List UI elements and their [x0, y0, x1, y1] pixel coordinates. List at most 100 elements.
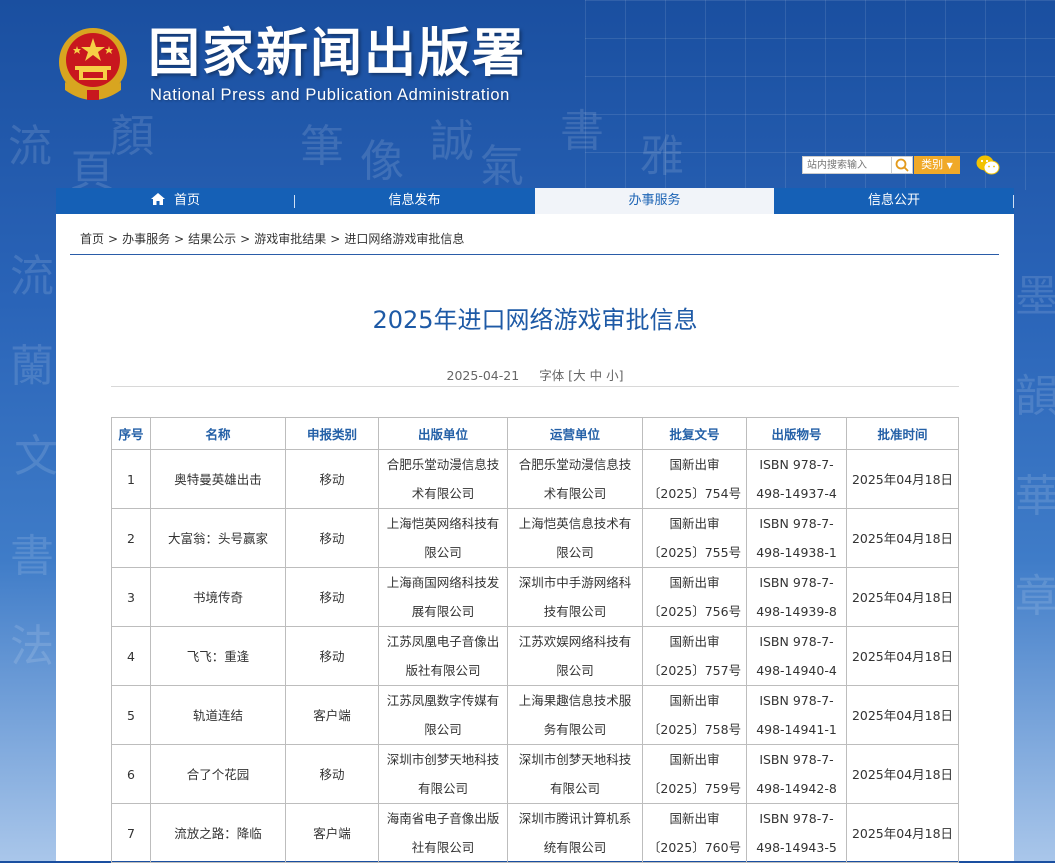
table-row: 3 书境传奇 移动 上海商国网络科技发 展有限公司 深圳市中手游网络科 技有限公司 国新出审〔…	[111, 567, 959, 627]
cell-date: 2025年04月18日	[846, 508, 959, 568]
cell-approval-line: 国新出审	[669, 516, 720, 531]
wechat-icon[interactable]	[976, 154, 1000, 176]
table-row: 1 奥特曼英雄出击 移动 合肥乐堂动漫信息技 术有限公司 合肥乐堂动漫信息技 术有限公司 国新…	[111, 449, 959, 509]
cell-isbn: ISBN 978-7- 498-14940-4	[746, 626, 847, 686]
column-header-type: 申报类别	[285, 417, 379, 450]
cell-approval: 国新出审〔2025〕756号	[642, 567, 747, 627]
nav-item-home[interactable]: 首页	[56, 188, 294, 214]
cell-operator-line: 限公司	[556, 545, 594, 560]
nav-item-info-public[interactable]: 信息公开	[774, 188, 1014, 214]
breadcrumb-divider	[70, 254, 999, 255]
nav-label-info-release: 信息发布	[388, 193, 441, 208]
cell-approval: 国新出审 〔2025〕759号	[642, 744, 747, 804]
cell-no: 2	[111, 508, 151, 568]
font-size-medium[interactable]: 中	[590, 368, 603, 383]
publish-date: 2025-04-21	[446, 368, 520, 383]
cell-operator-line: 务有限公司	[543, 722, 607, 737]
cell-publisher-line: 版社有限公司	[405, 663, 481, 678]
font-size-small[interactable]: 小	[606, 368, 619, 383]
cell-approval: 国新出审 〔2025〕758号	[642, 685, 747, 745]
cell-publisher-line: 术有限公司	[411, 486, 475, 501]
cell-operator-line: 限公司	[556, 663, 594, 678]
cell-operator-line: 深圳市创梦天地科技	[518, 752, 632, 767]
cell-operator-line: 有限公司	[549, 781, 600, 796]
nav-item-info-release[interactable]: 信息发布	[295, 188, 534, 214]
cell-approval-line: 〔2025〕756号	[647, 604, 742, 619]
breadcrumb-game-results[interactable]: 游戏审批结果	[254, 232, 326, 246]
cell-isbn-line: ISBN 978-7-	[759, 634, 834, 649]
cell-name: 奥特曼英雄出击	[150, 449, 286, 509]
home-icon	[150, 193, 165, 205]
cell-type: 客户端	[285, 685, 379, 745]
table-row: 7 流放之路：降临 客户端 海南省电子音像出版 社有限公司 深圳市腾讯计算机系 统有限公司国…	[111, 803, 959, 863]
cell-name: 流放之路：降临	[150, 803, 286, 863]
cell-publisher: 上海恺英网络科技有 限公司	[378, 508, 508, 568]
cell-approval-line: 国新出审	[669, 634, 720, 649]
nav-item-services[interactable]: 办事服务	[535, 188, 774, 214]
cell-approval-line: 国新出审	[669, 811, 720, 826]
cell-publisher: 海南省电子音像出版 社有限公司	[378, 803, 508, 863]
cell-operator-line: 江苏欢娱网络科技有	[518, 634, 632, 649]
breadcrumb-results[interactable]: 结果公示	[188, 232, 236, 246]
cell-type: 移动	[285, 567, 379, 627]
column-header-date: 批准时间	[846, 417, 959, 450]
category-select[interactable]: 类别 ▼	[914, 156, 960, 174]
cell-name: 大富翁：头号赢家	[150, 508, 286, 568]
column-header-operator: 运营单位	[507, 417, 643, 450]
site-title-cn: 国家新闻出版署	[148, 24, 527, 84]
font-size-large[interactable]: 大	[573, 368, 586, 383]
cell-approval-line: 〔2025〕757号	[647, 663, 742, 678]
cell-isbn-line: ISBN 978-7-	[759, 516, 834, 531]
cell-approval: 国新出审〔2025〕757号	[642, 626, 747, 686]
cell-publisher: 合肥乐堂动漫信息技 术有限公司	[378, 449, 508, 509]
cell-approval: 国新出审 〔2025〕760号	[642, 803, 747, 863]
cell-isbn: ISBN 978-7- 498-14942-8	[746, 744, 847, 804]
cell-no: 6	[111, 744, 151, 804]
cell-publisher: 上海商国网络科技发 展有限公司	[378, 567, 508, 627]
nav-label-home: 首页	[173, 193, 200, 208]
site-title-en: National Press and Publication Administr…	[150, 86, 510, 104]
search-button[interactable]	[891, 156, 913, 174]
breadcrumb-current[interactable]: 进口网络游戏审批信息	[344, 232, 464, 246]
cell-publisher-line: 海南省电子音像出版	[386, 811, 500, 826]
cell-approval: 国新出审 〔2025〕754号	[642, 449, 747, 509]
cell-date: 2025年04月18日	[846, 626, 959, 686]
cell-publisher-line: 限公司	[424, 545, 462, 560]
cell-name: 合了个花园	[150, 744, 286, 804]
cell-approval-line: 〔2025〕755号	[647, 545, 742, 560]
cell-isbn-line: ISBN 978-7-	[759, 457, 834, 472]
cell-operator-line: 深圳市中手游网络科	[518, 575, 632, 590]
cell-isbn-line: 498-14938-1	[756, 545, 837, 560]
cell-publisher-line: 江苏凤凰电子音像出	[386, 634, 500, 649]
cell-isbn-line: 498-14939-8	[756, 604, 837, 619]
column-header-isbn: 出版物号	[746, 417, 847, 450]
cell-type: 移动	[285, 508, 379, 568]
cell-isbn: ISBN 978-7- 498-14937-4	[746, 449, 847, 509]
breadcrumb-services[interactable]: 办事服务	[122, 232, 170, 246]
cell-isbn-line: ISBN 978-7-	[759, 693, 834, 708]
cell-isbn: ISBN 978-7- 498-14943-5	[746, 803, 847, 863]
cell-publisher: 江苏凤凰电子音像出 版社有限公司	[378, 626, 508, 686]
cell-publisher-line: 社有限公司	[411, 840, 475, 855]
cell-operator-line: 深圳市腾讯计算机系	[518, 811, 632, 826]
cell-date: 2025年04月18日	[846, 803, 959, 863]
cell-name: 轨道连结	[150, 685, 286, 745]
cell-isbn: ISBN 978-7- 498-14938-1	[746, 508, 847, 568]
column-header-publisher: 出版单位	[378, 417, 508, 450]
search-input[interactable]	[802, 156, 892, 174]
cell-type: 客户端	[285, 803, 379, 863]
cell-operator-line: 技有限公司	[543, 604, 607, 619]
cell-name: 书境传奇	[150, 567, 286, 627]
breadcrumb-home[interactable]: 首页	[80, 232, 104, 246]
cell-approval-line: 国新出审	[669, 752, 720, 767]
table-row: 2 大富翁：头号赢家 移动 上海恺英网络科技有 限公司 上海恺英信息技术有 限公司 国新出审〔…	[111, 508, 959, 568]
cell-isbn-line: 498-14942-8	[756, 781, 837, 796]
cell-date: 2025年04月18日	[846, 449, 959, 509]
site-search: 类别 ▼	[802, 156, 960, 174]
cell-approval-line: 国新出审	[669, 457, 720, 472]
cell-isbn-line: 498-14940-4	[756, 663, 837, 678]
cell-operator: 深圳市腾讯计算机系 统有限公司	[507, 803, 643, 863]
cell-approval-line: 国新出审	[669, 575, 720, 590]
cell-no: 5	[111, 685, 151, 745]
cell-isbn-line: ISBN 978-7-	[759, 752, 834, 767]
